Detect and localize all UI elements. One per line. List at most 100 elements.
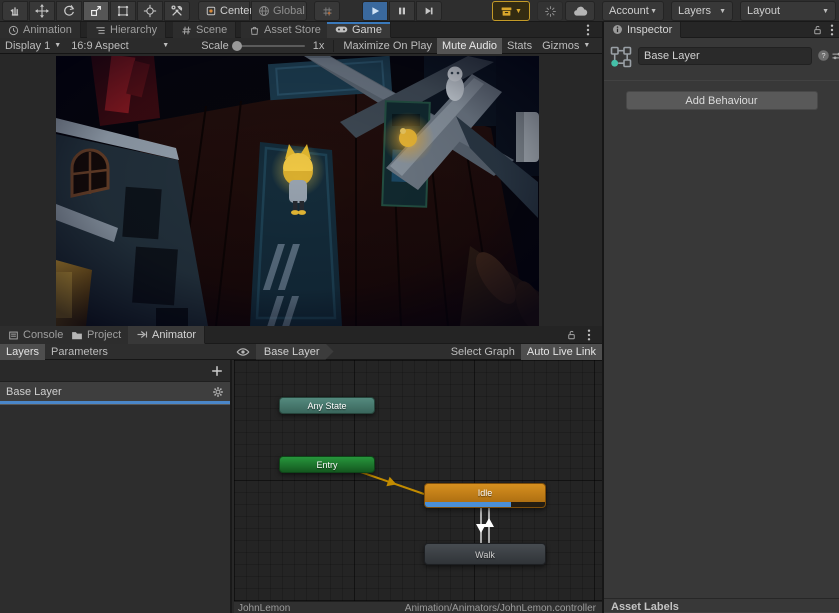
tab-animation-label: Animation bbox=[23, 24, 72, 36]
orientation-mode-button[interactable]: Global bbox=[251, 1, 307, 21]
animator-parameters-label: Parameters bbox=[51, 346, 108, 358]
scale-tool-button[interactable] bbox=[83, 1, 109, 21]
tab-scene-label: Scene bbox=[196, 24, 227, 36]
inspector-header: ? bbox=[604, 38, 839, 80]
move-icon bbox=[35, 4, 49, 18]
add-layer-button[interactable] bbox=[210, 364, 224, 378]
mute-audio-label: Mute Audio bbox=[442, 40, 497, 52]
progress-activity-button[interactable] bbox=[537, 1, 563, 21]
rotate-tool-button[interactable] bbox=[56, 1, 82, 21]
layers-dropdown-label: Layers bbox=[678, 5, 711, 17]
breadcrumb-base-layer[interactable]: Base Layer bbox=[256, 344, 334, 360]
pause-button[interactable] bbox=[389, 1, 415, 21]
custom-tool-button[interactable] bbox=[164, 1, 190, 21]
layer-settings-gear-icon[interactable] bbox=[212, 386, 224, 398]
layer-name-field[interactable] bbox=[638, 47, 812, 65]
stats-toggle[interactable]: Stats bbox=[502, 38, 537, 54]
inspector-tabbar: Inspector bbox=[604, 22, 839, 38]
asset-labels-header[interactable]: Asset Labels bbox=[604, 598, 839, 613]
layers-dropdown[interactable]: Layers ▼ bbox=[671, 1, 733, 21]
presets-icon[interactable] bbox=[831, 50, 839, 62]
state-node-entry[interactable]: Entry bbox=[279, 456, 375, 473]
game-render-viewport[interactable] bbox=[56, 56, 539, 326]
hand-tool-button[interactable] bbox=[2, 1, 28, 21]
maximize-on-play-label: Maximize On Play bbox=[343, 40, 432, 52]
tab-animation[interactable]: Animation bbox=[0, 22, 81, 38]
add-behaviour-button[interactable]: Add Behaviour bbox=[626, 91, 818, 110]
help-icon[interactable]: ? bbox=[817, 49, 830, 62]
aspect-dropdown[interactable]: 16:9 Aspect ▼ bbox=[66, 38, 174, 54]
layout-dropdown[interactable]: Layout ▼ bbox=[740, 1, 836, 21]
step-icon bbox=[423, 5, 435, 17]
collab-archive-icon bbox=[500, 5, 513, 18]
animator-panel-menu-button[interactable] bbox=[587, 329, 591, 341]
gizmos-label: Gizmos bbox=[542, 40, 579, 52]
inspector-lock-button[interactable] bbox=[812, 24, 823, 36]
collab-dropdown-caret: ▼ bbox=[515, 8, 522, 15]
walk-label: Walk bbox=[475, 550, 495, 560]
maximize-on-play-toggle[interactable]: Maximize On Play bbox=[338, 38, 437, 54]
version-control-button[interactable]: ▼ bbox=[492, 1, 530, 21]
tab-scene[interactable]: Scene bbox=[173, 22, 236, 38]
play-button[interactable] bbox=[362, 1, 388, 21]
display-caret-icon: ▼ bbox=[54, 42, 61, 49]
transform-tool-button[interactable] bbox=[137, 1, 163, 21]
tab-console-label: Console bbox=[23, 329, 63, 341]
bottom-window-tabbar: Console Project Animator bbox=[0, 326, 602, 344]
move-tool-button[interactable] bbox=[29, 1, 55, 21]
state-node-any-state[interactable]: Any State bbox=[279, 397, 375, 414]
state-machine-icon bbox=[609, 45, 633, 69]
pivot-mode-label: Center bbox=[220, 5, 253, 17]
shopping-bag-icon bbox=[249, 25, 260, 36]
animator-layers-label: Layers bbox=[6, 346, 39, 358]
scale-slider-knob[interactable] bbox=[232, 41, 242, 51]
tab-hierarchy-label: Hierarchy bbox=[110, 24, 157, 36]
tab-hierarchy[interactable]: Hierarchy bbox=[87, 22, 166, 38]
layer-name: Base Layer bbox=[6, 386, 62, 398]
scale-slider[interactable] bbox=[233, 45, 305, 47]
tab-inspector[interactable]: Inspector bbox=[604, 22, 681, 38]
step-button[interactable] bbox=[416, 1, 442, 21]
select-graph-button[interactable]: Select Graph bbox=[445, 344, 521, 360]
layout-caret-icon: ▼ bbox=[822, 8, 829, 15]
layers-minibar bbox=[0, 360, 230, 382]
rect-icon bbox=[116, 4, 130, 18]
animator-panel-lock-button[interactable] bbox=[566, 329, 577, 341]
animator-parameters-tab[interactable]: Parameters bbox=[45, 344, 114, 360]
game-scene bbox=[56, 56, 539, 326]
tab-game[interactable]: Game bbox=[327, 22, 391, 38]
scale-label: Scale bbox=[201, 40, 229, 52]
game-view-panel bbox=[0, 54, 602, 326]
tab-project[interactable]: Project bbox=[63, 326, 130, 344]
unlock-icon bbox=[812, 24, 823, 36]
inspector-menu-button[interactable] bbox=[830, 24, 834, 36]
asset-labels-title: Asset Labels bbox=[611, 601, 679, 613]
animator-icon bbox=[136, 329, 148, 340]
game-panel-menu-button[interactable] bbox=[586, 24, 590, 36]
mute-audio-toggle[interactable]: Mute Audio bbox=[437, 38, 502, 54]
grid-snapping-button[interactable] bbox=[314, 1, 340, 21]
rect-tool-button[interactable] bbox=[110, 1, 136, 21]
auto-live-link-toggle[interactable]: Auto Live Link bbox=[521, 344, 602, 360]
animator-layers-tab[interactable]: Layers bbox=[0, 344, 45, 360]
unlock-icon bbox=[566, 329, 577, 341]
eye-icon[interactable] bbox=[236, 347, 250, 357]
pivot-mode-button[interactable]: Center bbox=[198, 1, 250, 21]
layer-row-base-layer[interactable]: Base Layer bbox=[0, 382, 230, 401]
state-node-walk[interactable]: Walk bbox=[424, 543, 546, 565]
tab-console[interactable]: Console bbox=[0, 326, 72, 344]
tab-asset-store[interactable]: Asset Store bbox=[241, 22, 330, 38]
clock-icon bbox=[8, 25, 19, 36]
cloud-services-button[interactable] bbox=[565, 1, 595, 21]
idle-playback-progress-fill bbox=[425, 502, 511, 507]
display-dropdown[interactable]: Display 1 ▼ bbox=[0, 38, 66, 54]
aspect-dropdown-label: 16:9 Aspect bbox=[71, 40, 129, 52]
state-machine-graph[interactable]: Any State Entry Idle Walk JohnLemon Anim… bbox=[234, 360, 602, 613]
entry-label: Entry bbox=[316, 460, 337, 470]
state-node-idle[interactable]: Idle bbox=[424, 483, 546, 508]
account-dropdown[interactable]: Account ▼ bbox=[602, 1, 664, 21]
scene-grid-icon bbox=[181, 25, 192, 36]
gizmos-dropdown[interactable]: Gizmos ▼ bbox=[537, 38, 595, 54]
hierarchy-list-icon bbox=[95, 25, 106, 36]
tab-animator[interactable]: Animator bbox=[128, 326, 205, 344]
